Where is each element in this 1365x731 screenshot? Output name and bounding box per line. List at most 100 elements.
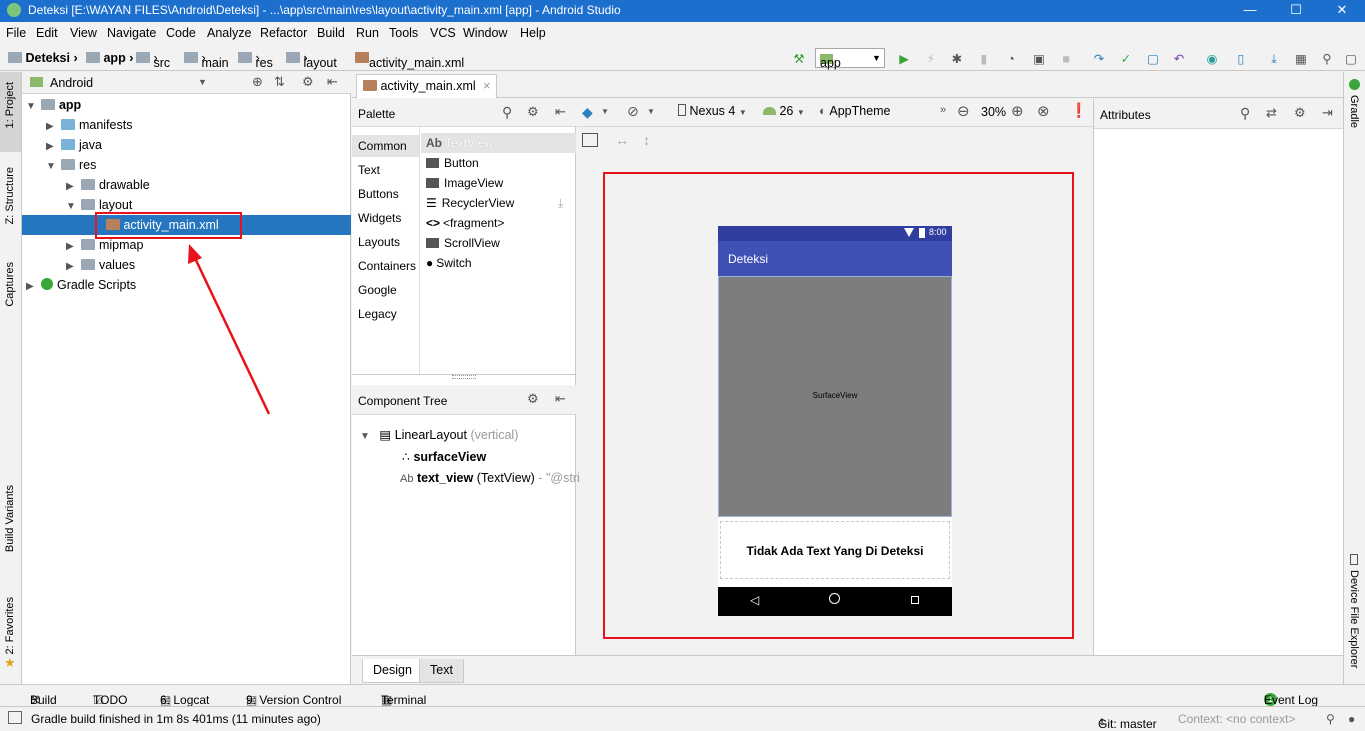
device-selector[interactable]: Nexus 4 ▼ <box>678 104 747 118</box>
component-surfaceview[interactable]: ∴ surfaceView <box>402 449 486 464</box>
device-file-explorer-tab[interactable]: Device File Explorer <box>1344 552 1365 672</box>
menu-help[interactable]: Help <box>520 26 546 40</box>
attach-debugger-icon[interactable]: ▣ <box>1030 51 1048 68</box>
gear-icon[interactable]: ⚙ <box>302 74 314 90</box>
search-icon[interactable]: ⚲ <box>1318 51 1336 68</box>
resize-handle[interactable] <box>452 375 476 379</box>
palette-widget-imageview[interactable]: ImageView <box>426 173 503 193</box>
profile-icon[interactable]: ▮ <box>975 51 993 68</box>
orientation-icon[interactable]: ⊘ <box>627 103 639 120</box>
menu-navigate[interactable]: Navigate <box>107 26 156 40</box>
sync-icon[interactable]: ↷ <box>1090 51 1108 68</box>
debug-icon[interactable]: ✱ <box>948 51 966 68</box>
api-level-selector[interactable]: 26 ▼ <box>763 104 805 118</box>
menu-tools[interactable]: Tools <box>389 26 418 40</box>
palette-widget-button[interactable]: Button <box>426 153 479 173</box>
breadcrumb-main[interactable]: main › <box>184 51 229 70</box>
make-project-hammer-icon[interactable]: ⚒ <box>790 51 808 68</box>
layers-icon[interactable]: ◆ <box>582 104 593 121</box>
sdk-manager-icon[interactable]: ⤓ <box>1265 51 1283 68</box>
avd-manager-icon[interactable]: ▯ <box>1232 51 1250 68</box>
tree-item-res[interactable]: ▼ res <box>22 155 351 175</box>
zoom-fit-icon[interactable]: ⊗ <box>1037 102 1050 120</box>
vcs-commit-icon[interactable]: ▢ <box>1144 51 1162 68</box>
tool-windows-toggle-icon[interactable] <box>8 711 22 724</box>
search-icon[interactable]: ⚲ <box>502 104 512 121</box>
coverage-icon[interactable]: ◔ <box>1002 51 1020 68</box>
palette-category-widgets[interactable]: Widgets <box>352 207 419 229</box>
search-icon[interactable]: ⚲ <box>1240 105 1250 122</box>
project-tool-tab[interactable]: 1: Project <box>0 72 21 152</box>
resize-vertical-icon[interactable]: ↕ <box>643 132 650 148</box>
component-linearlayout[interactable]: ▼ ▤ LinearLayout (vertical) <box>360 427 518 442</box>
tree-item-app[interactable]: ▼ app <box>22 95 351 115</box>
palette-widget-switch[interactable]: ● Switch <box>426 253 472 273</box>
palette-widget-scrollview[interactable]: ScrollView <box>426 233 500 253</box>
hide-panel-icon[interactable]: ⇤ <box>555 391 566 407</box>
run-configuration-select[interactable]: app ▼ <box>815 48 885 70</box>
palette-category-layouts[interactable]: Layouts <box>352 231 419 253</box>
swap-view-icon[interactable]: ⇄ <box>1266 105 1277 121</box>
collapse-all-icon[interactable]: ⇅ <box>274 74 285 90</box>
structure-tool-tab[interactable]: Z: Structure <box>0 167 21 247</box>
apply-changes-icon[interactable]: ⚡ <box>922 51 940 68</box>
gear-icon[interactable]: ⚙ <box>527 104 539 120</box>
project-structure-icon[interactable]: ▦ <box>1292 51 1310 68</box>
palette-category-containers[interactable]: Containers <box>352 255 419 277</box>
vcs-update-icon[interactable]: ✓ <box>1117 51 1135 68</box>
menu-window[interactable]: Window <box>463 26 507 40</box>
breadcrumb-app[interactable]: app › <box>86 51 133 65</box>
hide-panel-icon[interactable]: ⇤ <box>555 104 566 120</box>
device-preview[interactable]: 8:00 Deteksi SurfaceView Tidak Ada Text … <box>718 226 952 616</box>
maximize-button[interactable]: ☐ <box>1273 0 1319 22</box>
tree-item-java[interactable]: ▶ java <box>22 135 351 155</box>
warning-icon[interactable]: ❗ <box>1070 102 1087 119</box>
palette-category-buttons[interactable]: Buttons <box>352 183 419 205</box>
zoom-out-icon[interactable]: ⊖ <box>957 102 970 120</box>
menu-run[interactable]: Run <box>356 26 379 40</box>
palette-category-legacy[interactable]: Legacy <box>352 303 419 325</box>
breadcrumb-res[interactable]: res › <box>238 51 273 70</box>
expand-icon[interactable]: ▢ <box>1342 51 1360 68</box>
palette-widget-fragment[interactable]: <> <fragment> <box>426 213 504 233</box>
menu-file[interactable]: File <box>6 26 26 40</box>
breadcrumb-project[interactable]: Deteksi › <box>8 51 78 65</box>
menu-edit[interactable]: Edit <box>36 26 58 40</box>
gear-icon[interactable]: ⚙ <box>1294 105 1306 121</box>
overflow-icon[interactable]: » <box>940 104 946 116</box>
chevron-down-icon[interactable]: ▼ <box>198 77 207 87</box>
gradle-sync-icon[interactable]: ◉ <box>1203 51 1221 68</box>
breadcrumb-src[interactable]: src › <box>136 51 170 70</box>
palette-category-google[interactable]: Google <box>352 279 419 301</box>
gear-icon[interactable]: ⚙ <box>527 391 539 407</box>
menu-analyze[interactable]: Analyze <box>207 26 251 40</box>
menu-refactor[interactable]: Refactor <box>260 26 307 40</box>
palette-category-common[interactable]: Common <box>352 135 419 157</box>
tab-design[interactable]: Design <box>362 659 423 683</box>
surface-view[interactable]: SurfaceView <box>718 276 952 517</box>
notifications-icon[interactable]: ● <box>1348 712 1355 726</box>
tab-text[interactable]: Text <box>419 659 464 683</box>
hide-panel-icon[interactable]: ⇥ <box>1322 105 1333 121</box>
favorites-tool-tab[interactable]: 2: Favorites ★ <box>0 597 21 677</box>
revert-icon[interactable]: ↶ <box>1170 51 1188 68</box>
run-icon[interactable]: ▶ <box>895 51 913 68</box>
breadcrumb-layout[interactable]: layout › <box>286 51 337 70</box>
download-icon[interactable]: ⤓ <box>558 193 563 213</box>
menu-build[interactable]: Build <box>317 26 345 40</box>
menu-vcs[interactable]: VCS <box>430 26 456 40</box>
stop-icon[interactable]: ■ <box>1057 51 1075 68</box>
tree-item-manifests[interactable]: ▶ manifests <box>22 115 351 135</box>
component-text-view[interactable]: Ab text_view (TextView) - "@stri <box>400 471 580 485</box>
minimize-button[interactable]: — <box>1227 0 1273 22</box>
tree-item-drawable[interactable]: ▶ drawable <box>22 175 351 195</box>
hide-panel-icon[interactable]: ⇤ <box>327 74 338 90</box>
text-view[interactable]: Tidak Ada Text Yang Di Deteksi <box>720 521 950 579</box>
palette-category-text[interactable]: Text <box>352 159 419 181</box>
blueprint-toggle-icon[interactable] <box>582 133 598 147</box>
project-view-selector[interactable]: Android <box>50 76 93 90</box>
editor-tab-activity-main[interactable]: activity_main.xml × <box>356 74 498 98</box>
breadcrumb-file[interactable]: activity_main.xml <box>355 51 464 70</box>
palette-widget-recyclerview[interactable]: ☰ RecyclerView ⤓ <box>426 193 563 213</box>
gradle-tool-tab[interactable]: Gradle <box>1344 77 1365 137</box>
